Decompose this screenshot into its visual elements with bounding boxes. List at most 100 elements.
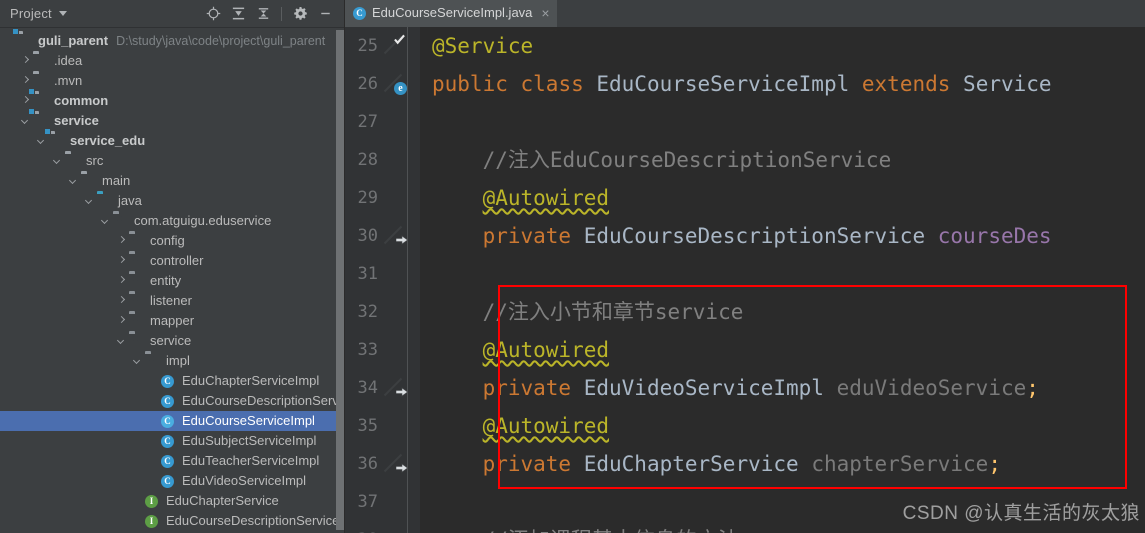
tree-item-common[interactable]: common <box>0 91 345 111</box>
code-token: EduCourseDescriptionService <box>583 224 938 248</box>
chevron-down-icon[interactable] <box>52 156 63 167</box>
tree-item-java[interactable]: java <box>0 191 345 211</box>
tree-item-label: EduCourseDescriptionServiceImpl <box>182 393 345 408</box>
chevron-right-icon[interactable] <box>116 256 127 267</box>
chevron-right-icon[interactable] <box>20 76 31 87</box>
package-icon <box>145 353 161 369</box>
tree-item-com.atguigu.eduservice[interactable]: com.atguigu.eduservice <box>0 211 345 231</box>
editor-gutter[interactable]: 2526e2728293031323334353637383940I <box>345 27 420 533</box>
code-line-28[interactable]: //注入EduCourseDescriptionService <box>432 141 1145 179</box>
project-tree[interactable]: guli_parent D:\study\java\code\project\gu… <box>0 28 345 533</box>
tree-item-EduChapterService[interactable]: I EduChapterService <box>0 491 345 511</box>
chevron-down-icon[interactable] <box>68 176 79 187</box>
tree-item-service_edu[interactable]: service_edu <box>0 131 345 151</box>
tree-item-.mvn[interactable]: .mvn <box>0 71 345 91</box>
tree-item-label: EduTeacherServiceImpl <box>182 453 320 468</box>
tree-item-config[interactable]: config <box>0 231 345 251</box>
tree-item-entity[interactable]: entity <box>0 271 345 291</box>
code-token: chapterService <box>811 452 989 476</box>
line-number: 28 <box>357 150 378 170</box>
tree-item-impl[interactable]: impl <box>0 351 345 371</box>
code-token: //注入小节和章节service <box>432 300 744 324</box>
tree-item-EduChapterServiceImpl[interactable]: C EduChapterServiceImpl <box>0 371 345 391</box>
tree-item-main[interactable]: main <box>0 171 345 191</box>
code-view[interactable]: 2526e2728293031323334353637383940I @Serv… <box>345 27 1145 533</box>
tree-item-src[interactable]: src <box>0 151 345 171</box>
tree-item-label: EduChapterServiceImpl <box>182 373 320 388</box>
code-line-25[interactable]: @Service <box>432 27 1145 65</box>
minimize-icon[interactable] <box>314 3 336 25</box>
locate-icon[interactable] <box>202 3 224 25</box>
code-text[interactable]: @Service public class EduCourseServiceImp… <box>420 27 1145 533</box>
chevron-down-icon[interactable] <box>58 11 67 16</box>
code-token: courseDes <box>937 224 1052 248</box>
chevron-right-icon[interactable] <box>20 56 31 67</box>
chevron-down-icon[interactable] <box>100 216 111 227</box>
gear-icon[interactable] <box>289 3 311 25</box>
spring-bean-autowire-icon[interactable] <box>384 454 408 474</box>
code-line-34[interactable]: private EduVideoServiceImpl eduVideoServ… <box>432 369 1145 407</box>
collapse-all-icon[interactable] <box>252 3 274 25</box>
chevron-right-icon[interactable] <box>116 296 127 307</box>
code-line-32[interactable]: //注入小节和章节service <box>432 293 1145 331</box>
chevron-right-icon[interactable] <box>20 96 31 107</box>
code-line-35[interactable]: @Autowired <box>432 407 1145 445</box>
spring-bean-autowire-icon[interactable] <box>384 378 408 398</box>
project-panel-scrollbar[interactable] <box>336 30 344 530</box>
panel-title[interactable]: Project <box>10 6 52 21</box>
gutter-line-27: 27 <box>345 103 420 141</box>
chevron-right-icon[interactable] <box>116 236 127 247</box>
tree-item-EduCourseServiceImpl[interactable]: C EduCourseServiceImpl <box>0 411 345 431</box>
tab-EduCourseServiceImpl[interactable]: C EduCourseServiceImpl.java × <box>345 0 557 27</box>
spring-bean-override-icon[interactable] <box>384 34 405 56</box>
chevron-down-icon[interactable] <box>84 196 95 207</box>
gutter-line-26: 26 e <box>345 65 420 103</box>
code-token: ; <box>988 452 1001 476</box>
code-line-27[interactable] <box>432 103 1145 141</box>
tree-item-label: com.atguigu.eduservice <box>134 213 272 228</box>
spring-bean-entity-icon[interactable]: e <box>384 74 407 95</box>
tree-item-EduSubjectServiceImpl[interactable]: C EduSubjectServiceImpl <box>0 431 345 451</box>
module-icon <box>49 133 65 149</box>
code-line-33[interactable]: @Autowired <box>432 331 1145 369</box>
class-icon: C <box>161 473 177 489</box>
chevron-right-icon[interactable] <box>116 276 127 287</box>
tree-item-EduTeacherServiceImpl[interactable]: C EduTeacherServiceImpl <box>0 451 345 471</box>
tree-item-EduCourseDescriptionService[interactable]: I EduCourseDescriptionService <box>0 511 345 531</box>
chevron-right-icon[interactable] <box>116 316 127 327</box>
code-line-36[interactable]: private EduChapterService chapterService… <box>432 445 1145 483</box>
code-line-31[interactable] <box>432 255 1145 293</box>
spring-bean-autowire-icon[interactable] <box>384 226 408 246</box>
expand-all-icon[interactable] <box>227 3 249 25</box>
editor-area: C EduCourseServiceImpl.java × 25 26 e 27 28 2… <box>345 0 1145 533</box>
chevron-down-icon[interactable] <box>116 336 127 347</box>
tree-item-service[interactable]: service <box>0 111 345 131</box>
tree-item-service[interactable]: service <box>0 331 345 351</box>
tree-item-listener[interactable]: listener <box>0 291 345 311</box>
package-icon <box>129 293 145 309</box>
code-line-30[interactable]: private EduCourseDescriptionService cour… <box>432 217 1145 255</box>
tree-item-EduCourseDescriptionServiceImpl[interactable]: C EduCourseDescriptionServiceImpl <box>0 391 345 411</box>
tree-item-.idea[interactable]: .idea <box>0 51 345 71</box>
tree-item-controller[interactable]: controller <box>0 251 345 271</box>
chevron-down-icon[interactable] <box>36 136 47 147</box>
tree-item-mapper[interactable]: mapper <box>0 311 345 331</box>
chevron-down-icon[interactable] <box>132 356 143 367</box>
close-icon[interactable]: × <box>541 6 549 20</box>
line-number: 31 <box>357 264 378 284</box>
code-line-29[interactable]: @Autowired <box>432 179 1145 217</box>
gutter-line-33: 33 <box>345 331 420 369</box>
chevron-down-icon[interactable] <box>20 116 31 127</box>
tree-item-guli_parent[interactable]: guli_parent D:\study\java\code\project\gu… <box>0 31 345 51</box>
tree-item-EduVideoServiceImpl[interactable]: C EduVideoServiceImpl <box>0 471 345 491</box>
code-line-26[interactable]: public class EduCourseServiceImpl extend… <box>432 65 1145 103</box>
